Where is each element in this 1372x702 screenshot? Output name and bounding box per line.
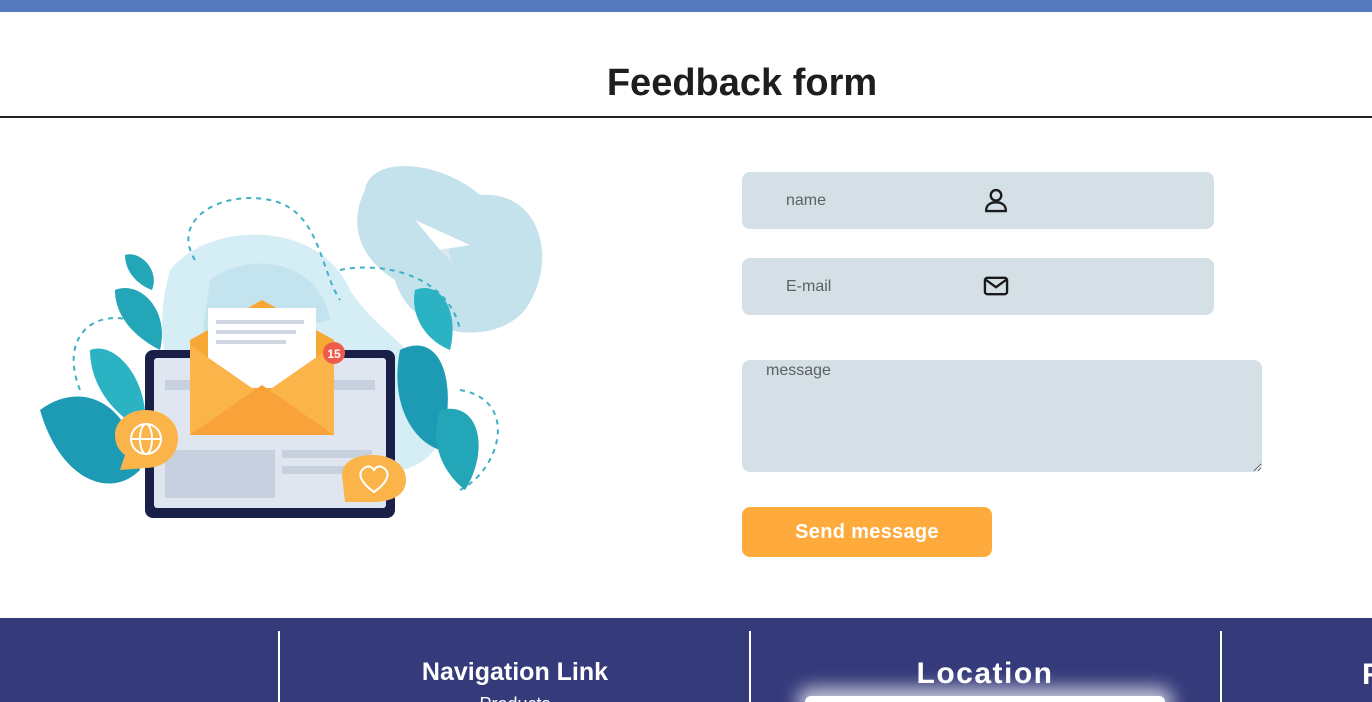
page-title: Feedback form	[606, 62, 878, 104]
top-accent-bar	[0, 0, 1372, 12]
footer-nav-link-products[interactable]: Products	[280, 694, 750, 702]
email-input[interactable]	[742, 258, 1214, 315]
footer-location-title: Location	[916, 657, 1054, 690]
send-message-button[interactable]: Send message	[742, 507, 992, 557]
location-map-glow	[805, 696, 1165, 702]
footer-fourth-title: F	[1362, 658, 1372, 691]
feedback-illustration: 15	[40, 166, 543, 518]
name-input[interactable]	[742, 172, 1214, 229]
footer-nav-title: Navigation Link	[421, 658, 609, 686]
name-field-wrapper	[742, 172, 1214, 229]
message-textarea[interactable]	[742, 360, 1262, 472]
email-field-wrapper	[742, 258, 1214, 315]
notification-badge-count: 15	[327, 347, 341, 361]
footer-divider	[1220, 631, 1222, 702]
footer: Navigation Link Products Location F	[0, 618, 1372, 702]
